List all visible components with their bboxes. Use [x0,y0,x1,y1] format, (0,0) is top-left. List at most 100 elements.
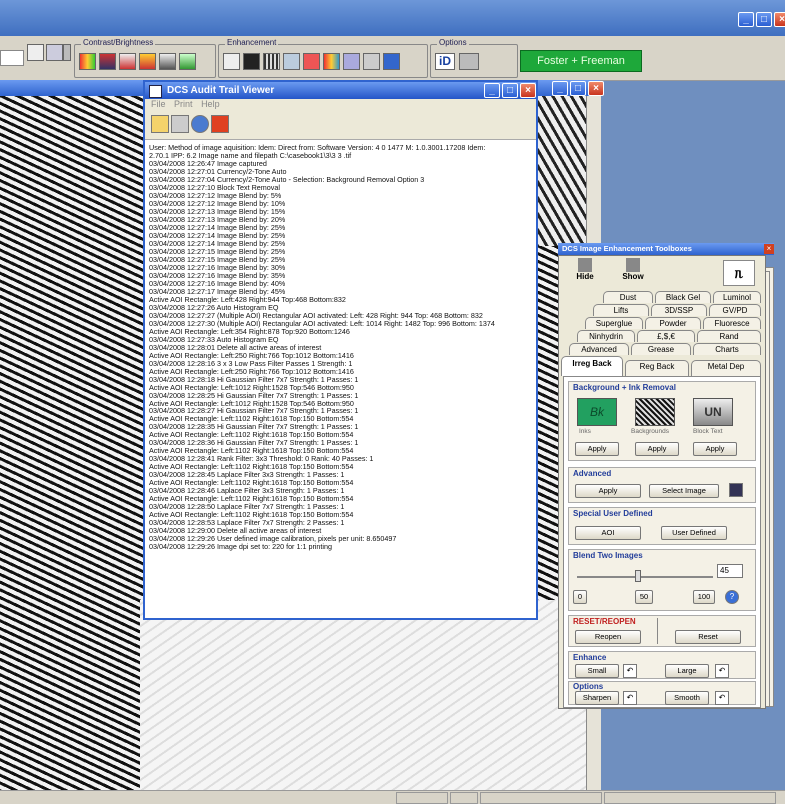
audit-log-line: 03/04/2008 12:29:26 Image dpi set to: 22… [149,543,333,552]
tab-luminol[interactable]: Luminol [713,291,761,303]
select-image-button[interactable]: Select Image [649,484,719,498]
close-icon[interactable]: × [520,83,536,98]
threshold-icon[interactable] [159,53,176,70]
tab-fluoresce[interactable]: Fluoresce [703,317,761,329]
print-icon[interactable] [171,115,189,133]
tab-currency[interactable]: £,$,€ [637,330,695,342]
blend-slider-thumb[interactable] [635,570,642,582]
minimize-icon[interactable]: _ [484,83,500,98]
undo-large-icon[interactable]: ↶ [715,664,729,678]
blend-max-button[interactable]: 100 [693,590,715,604]
tab-reg-back[interactable]: Reg Back [625,360,689,376]
channels-icon[interactable] [323,53,340,70]
tab-gv-pd[interactable]: GV/PD [709,304,761,316]
open-folder-icon[interactable] [151,115,169,133]
fold-icon[interactable]: ᥰ [723,260,755,286]
minimize-icon[interactable]: _ [738,12,754,27]
audit-log-line: 03/04/2008 12:28:35 Hi Gaussian Filter 7… [149,423,359,432]
section-title: Options [573,682,604,691]
audit-log-line: 03/04/2008 12:28:01 Delete all active ar… [149,343,322,352]
people-icon[interactable] [459,53,479,70]
undo-sharpen-icon[interactable]: ↶ [623,691,637,705]
help-icon[interactable]: ? [725,590,739,604]
measure-icon[interactable] [363,53,380,70]
show-button[interactable]: Show [613,258,653,288]
tab-irreg-back[interactable]: Irreg Back [561,356,623,376]
menu-help[interactable]: Help [201,99,220,109]
tab-dust[interactable]: Dust [603,291,653,303]
apply-backgrounds-button[interactable]: Apply [635,442,679,456]
reopen-button[interactable]: Reopen [575,630,641,644]
tab-ninhydrin[interactable]: Ninhydrin [577,330,635,342]
blend-mid-button[interactable]: 50 [635,590,653,604]
maximize-icon[interactable]: □ [756,12,772,27]
overlay-icon[interactable] [343,53,360,70]
undo-icon[interactable] [179,53,196,70]
curves-icon[interactable] [99,53,116,70]
pencil-icon[interactable] [27,44,44,61]
levels-icon[interactable] [79,53,96,70]
backgrounds-label: Backgrounds [631,428,669,435]
undo-smooth-icon[interactable]: ↶ [715,691,729,705]
close-icon[interactable]: × [764,244,774,254]
close-icon[interactable]: × [774,12,785,27]
zoom-field[interactable] [0,50,24,66]
histogram-icon[interactable] [119,53,136,70]
menu-print[interactable]: Print [174,99,193,109]
tab-3d-ssp[interactable]: 3D/SSP [651,304,707,316]
apply-advanced-button[interactable]: Apply [575,484,641,498]
tab-superglue[interactable]: Superglue [585,317,643,329]
hide-button[interactable]: Hide [565,258,605,288]
cursor-icon[interactable] [223,53,240,70]
help-icon[interactable] [191,115,209,133]
fft-icon[interactable] [263,53,280,70]
minimize-icon[interactable]: _ [552,81,568,96]
close-icon[interactable]: × [588,81,604,96]
ink-swatch[interactable]: Bk [577,398,617,426]
apply-inks-button[interactable]: Apply [575,442,619,456]
apply-block-text-button[interactable]: Apply [693,442,737,456]
color-icon[interactable] [303,53,320,70]
tab-lifts[interactable]: Lifts [593,304,649,316]
advanced-section: Advanced Apply Select Image [568,467,756,503]
exit-icon[interactable] [211,115,229,133]
large-button[interactable]: Large [665,664,709,678]
pattern-icon[interactable] [283,53,300,70]
menu-file[interactable]: File [151,99,166,109]
audit-log-line: 03/04/2008 12:27:26 Auto Histogram EQ [149,303,279,312]
globe-icon[interactable] [383,53,400,70]
reset-button[interactable]: Reset [675,630,741,644]
tab-metal-dep[interactable]: Metal Dep [691,360,761,376]
histogram-eq-icon[interactable] [139,53,156,70]
small-button[interactable]: Small [575,664,619,678]
sharpen-button[interactable]: Sharpen [575,691,619,705]
filter-icon[interactable] [243,53,260,70]
smooth-button[interactable]: Smooth [665,691,709,705]
tab-black-gel[interactable]: Black Gel [655,291,711,303]
undo-small-icon[interactable]: ↶ [623,664,637,678]
blend-slider-track[interactable] [577,576,713,578]
save-icon[interactable] [729,483,743,497]
maximize-icon[interactable]: □ [570,81,586,96]
zoom-icon[interactable] [46,44,63,61]
block-text-swatch[interactable]: UN [693,398,733,426]
tab-powder[interactable]: Powder [645,317,701,329]
blend-min-button[interactable]: 0 [573,590,587,604]
tab-charts[interactable]: Charts [693,343,761,355]
audit-log-line: Active AOI Rectangle: Left:1102 Right:16… [149,495,354,504]
user-defined-button[interactable]: User Defined [661,526,727,540]
audit-log-line: 03/04/2008 12:28:45 Laplace Filter 3x3 S… [149,471,345,480]
tab-advanced[interactable]: Advanced [569,343,629,355]
id-icon[interactable]: iD [435,53,455,70]
audit-log-line: Active AOI Rectangle: Left:250 Right:766… [149,367,354,376]
audit-log-line: 03/04/2008 12:28:36 Hi Gaussian Filter 7… [149,439,359,448]
enhance-section: Enhance Small ↶ Large ↶ [568,651,756,679]
aoi-button[interactable]: AOI [575,526,641,540]
tab-rand[interactable]: Rand [697,330,761,342]
tab-grease[interactable]: Grease [631,343,691,355]
background-swatch[interactable] [635,398,675,426]
audit-log-line: 03/04/2008 12:28:46 Laplace Filter 3x3 S… [149,487,345,496]
blend-value-field[interactable]: 45 [717,564,743,578]
maximize-icon[interactable]: □ [502,83,518,98]
hide-label: Hide [576,272,594,281]
